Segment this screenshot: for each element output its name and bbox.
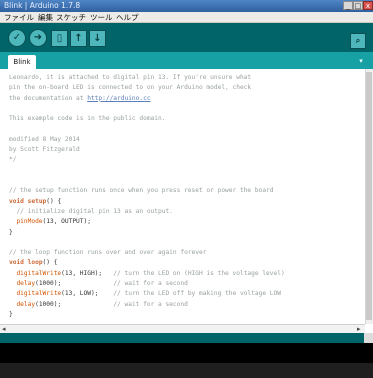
scrollbar-thumb[interactable] (366, 72, 372, 320)
code-token: the documentation at (9, 94, 88, 102)
maximize-button[interactable]: □ (353, 1, 363, 10)
code-token: pin the on-board LED is connected to on … (9, 84, 252, 92)
code-token: } (9, 310, 13, 318)
menu-edit[interactable]: 編集 (38, 12, 53, 23)
save-button[interactable]: ↓ (89, 30, 106, 47)
code-token: void (9, 259, 28, 267)
code-line: the documentation at http://arduino.cc (9, 93, 151, 104)
code-token: modified 8 May 2014 (9, 135, 80, 143)
code-token: digitalWrite (16, 269, 62, 277)
code-token: delay (16, 300, 36, 308)
code-link[interactable]: http://arduino.cc (87, 95, 150, 102)
code-line: } (9, 309, 13, 320)
code-token: (13, LOW); (61, 290, 114, 298)
verify-button[interactable]: ✓ (8, 29, 26, 47)
menu-sketch[interactable]: スケッチ (56, 12, 86, 23)
console-footer (0, 363, 373, 378)
code-line: delay(1000); // wait for a second (9, 299, 188, 310)
status-bar (0, 333, 373, 343)
code-line: */ (9, 154, 16, 165)
code-token: delay (16, 280, 36, 287)
code-token: () { (46, 197, 62, 205)
code-token: setup (27, 197, 47, 205)
code-token: Leonardo, it is attached to digital pin … (9, 74, 252, 81)
code-line: This example code is in the public domai… (9, 113, 165, 124)
minimize-button[interactable]: _ (343, 1, 353, 10)
code-token: (13, OUTPUT); (42, 218, 91, 226)
open-icon: ↑ (74, 33, 83, 44)
code-token: This example code is in the public domai… (9, 115, 166, 123)
code-token: // wait for a second (113, 300, 188, 308)
code-token: digitalWrite (16, 290, 62, 298)
arrow-right-icon: ➜ (33, 32, 43, 43)
code-token: (1000); (35, 300, 114, 308)
code-token: // the loop function runs over and over … (9, 249, 207, 257)
code-line: } (9, 227, 13, 238)
code-token: pinMode (16, 218, 43, 226)
menu-bar: ファイル 編集 スケッチ ツール ヘルプ (0, 12, 373, 23)
menu-help[interactable]: ヘルプ (116, 12, 139, 23)
code-token: // wait for a second (113, 280, 188, 287)
resize-grip[interactable] (364, 333, 373, 343)
save-icon: ↓ (93, 33, 102, 44)
code-token: void (9, 197, 28, 205)
code-token: // turn the LED off by making the voltag… (113, 290, 281, 298)
check-icon: ✓ (12, 32, 22, 43)
horizontal-scrollbar[interactable]: ◂ ▸ (0, 324, 365, 333)
new-file-icon: ▯ (56, 33, 63, 44)
code-token: // the setup function runs once when you… (9, 187, 274, 195)
menu-tools[interactable]: ツール (90, 12, 113, 23)
tab-strip (0, 52, 373, 69)
code-token: (13, HIGH); (61, 269, 114, 277)
code-token: (1000); (35, 280, 114, 287)
code-token: () { (42, 259, 58, 267)
serial-monitor-button[interactable]: ⌕ (350, 33, 366, 49)
new-button[interactable]: ▯ (51, 30, 68, 47)
code-editor[interactable]: Leonardo, it is attached to digital pin … (0, 69, 365, 324)
serial-monitor-icon: ⌕ (355, 36, 361, 45)
window-title: Blink | Arduino 1.7.8 (4, 1, 81, 10)
code-line: by Scott Fitzgerald (9, 144, 80, 155)
code-line: pinMode(13, OUTPUT); (9, 216, 91, 227)
code-token: // initialize digital pin 13 as an outpu… (9, 207, 173, 215)
code-token: } (9, 228, 13, 236)
open-button[interactable]: ↑ (70, 30, 87, 47)
code-token: // turn the LED on (HIGH is the voltage … (113, 269, 285, 277)
upload-button[interactable]: ➜ (29, 29, 47, 47)
code-token: by Scott Fitzgerald (9, 146, 80, 154)
code-token: loop (27, 259, 43, 267)
close-button[interactable]: x (363, 1, 373, 10)
menu-file[interactable]: ファイル (4, 12, 34, 23)
chevron-down-icon[interactable]: ▾ (356, 57, 366, 66)
console-output (0, 343, 373, 363)
tab-label: Blink (13, 58, 31, 66)
tab-blink[interactable]: Blink (8, 55, 36, 69)
code-token: */ (9, 156, 17, 164)
